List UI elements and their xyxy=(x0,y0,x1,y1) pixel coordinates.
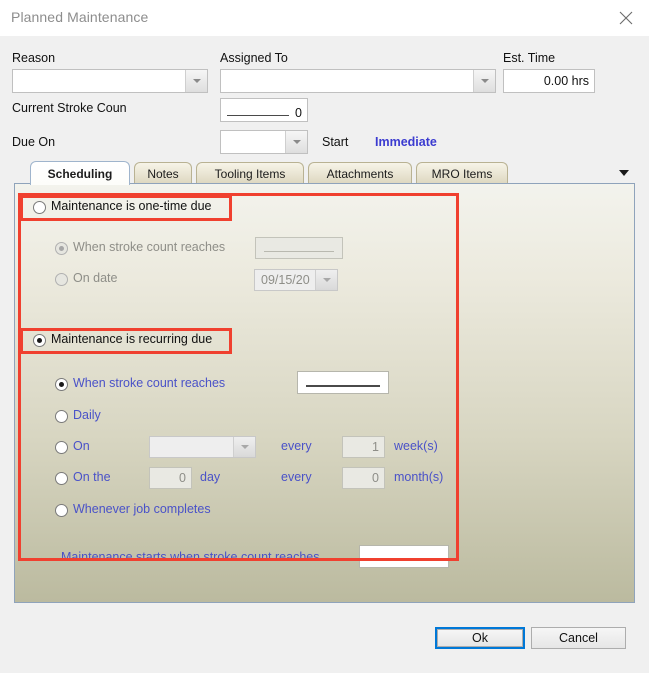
recurring-on-the-day-label: day xyxy=(200,470,221,484)
chevron-down-icon xyxy=(480,79,489,83)
recurring-job-completes-label: Whenever job completes xyxy=(73,502,211,516)
recurring-on-radio[interactable] xyxy=(55,441,68,454)
due-on-combo-arrow[interactable] xyxy=(285,131,307,153)
chevron-down-icon xyxy=(619,170,629,176)
close-icon xyxy=(618,10,634,26)
chevron-down-icon xyxy=(192,79,201,83)
recurring-radio[interactable] xyxy=(33,334,46,347)
recurring-stroke-count-radio[interactable] xyxy=(55,378,68,391)
header-form: Reason Assigned To Est. Time 0.00 hrs Cu… xyxy=(0,36,649,160)
tab-mro-items[interactable]: MRO Items xyxy=(416,162,508,184)
recurring-stroke-count-label: When stroke count reaches xyxy=(73,376,226,390)
recurring-daily-label: Daily xyxy=(73,408,101,422)
radio-dot xyxy=(59,382,64,387)
start-value-link[interactable]: Immediate xyxy=(375,135,437,149)
radio-dot xyxy=(37,338,42,343)
recurring-on-weekday-arrow xyxy=(233,437,255,457)
one-time-date-picker: 09/15/20 xyxy=(254,269,338,291)
recurring-on-the-interval-field: 0 xyxy=(342,467,385,489)
recurring-on-interval-field: 1 xyxy=(342,436,385,458)
field-underline xyxy=(306,385,380,387)
chevron-down-icon xyxy=(322,278,331,282)
recurring-on-the-every-label: every xyxy=(281,470,312,484)
recurring-on-every-label: every xyxy=(281,439,312,453)
recurring-on-the-label: On the xyxy=(73,470,111,484)
title-bar: Planned Maintenance xyxy=(0,0,649,37)
tab-attachments[interactable]: Attachments xyxy=(308,162,412,184)
start-label: Start xyxy=(322,135,349,149)
recurring-on-label: On xyxy=(73,439,90,453)
recurring-on-the-unit-label: month(s) xyxy=(394,470,444,484)
tab-strip: Scheduling Notes Tooling Items Attachmen… xyxy=(14,161,635,185)
tab-overflow-button[interactable] xyxy=(615,165,633,181)
chevron-down-icon xyxy=(292,140,301,144)
recurring-job-completes-radio[interactable] xyxy=(55,504,68,517)
cancel-button-label: Cancel xyxy=(559,631,598,645)
window-title: Planned Maintenance xyxy=(11,9,149,25)
due-on-label: Due On xyxy=(12,135,56,149)
ok-button[interactable]: Ok xyxy=(435,627,525,649)
recurring-daily-radio[interactable] xyxy=(55,410,68,423)
tab-label: Tooling Items xyxy=(214,166,286,181)
recurring-stroke-count-field[interactable] xyxy=(297,371,389,394)
est-time-field[interactable]: 0.00 hrs xyxy=(503,69,595,93)
recurring-on-interval-value: 1 xyxy=(372,440,379,454)
current-stroke-count-label: Current Stroke Coun xyxy=(12,101,127,115)
reason-label: Reason xyxy=(12,51,56,65)
est-time-label: Est. Time xyxy=(503,51,556,65)
recurring-on-the-day-value: 0 xyxy=(179,471,186,485)
tab-label: MRO Items xyxy=(431,166,493,181)
recurring-label: Maintenance is recurring due xyxy=(51,332,213,346)
current-stroke-count-value: 0 xyxy=(295,106,302,120)
reason-value[interactable] xyxy=(13,70,185,92)
recurring-on-weekday-value xyxy=(150,437,233,457)
one-time-date-arrow xyxy=(315,270,337,290)
ok-button-label: Ok xyxy=(472,631,488,645)
scheduling-panel: Maintenance is one-time due When stroke … xyxy=(14,183,635,603)
recurring-start-note-label: Maintenance starts when stroke count rea… xyxy=(61,550,320,564)
assigned-to-combo[interactable] xyxy=(220,69,496,93)
tab-tooling-items[interactable]: Tooling Items xyxy=(196,162,304,184)
cancel-button[interactable]: Cancel xyxy=(531,627,626,649)
assigned-to-combo-arrow[interactable] xyxy=(473,70,495,92)
due-on-combo[interactable] xyxy=(220,130,308,154)
one-time-on-date-label: On date xyxy=(73,271,118,285)
reason-combo[interactable] xyxy=(12,69,208,93)
recurring-on-the-interval-value: 0 xyxy=(372,471,379,485)
chevron-down-icon xyxy=(240,445,249,449)
reason-combo-arrow[interactable] xyxy=(185,70,207,92)
recurring-start-note-field[interactable] xyxy=(359,545,449,568)
tab-scheduling[interactable]: Scheduling xyxy=(30,161,130,185)
tab-notes[interactable]: Notes xyxy=(134,162,192,184)
one-time-radio[interactable] xyxy=(33,201,46,214)
due-on-value[interactable] xyxy=(221,131,285,153)
one-time-stroke-count-radio[interactable] xyxy=(55,242,68,255)
one-time-on-date-radio[interactable] xyxy=(55,273,68,286)
field-underline xyxy=(227,115,289,116)
tab-label: Notes xyxy=(147,166,179,181)
recurring-on-unit-label: week(s) xyxy=(394,439,438,453)
assigned-to-value[interactable] xyxy=(221,70,473,92)
tab-label: Attachments xyxy=(326,166,394,181)
current-stroke-count-field[interactable]: 0 xyxy=(220,98,308,122)
one-time-stroke-count-field xyxy=(255,237,343,259)
field-underline xyxy=(264,251,334,252)
one-time-date-value: 09/15/20 xyxy=(261,273,310,287)
recurring-on-the-radio[interactable] xyxy=(55,472,68,485)
tab-label: Scheduling xyxy=(47,166,113,181)
close-button[interactable] xyxy=(603,0,649,35)
scheduling-tab-control: Scheduling Notes Tooling Items Attachmen… xyxy=(14,161,635,603)
recurring-on-weekday-combo xyxy=(149,436,256,458)
radio-dot xyxy=(59,246,64,251)
one-time-stroke-count-label: When stroke count reaches xyxy=(73,240,226,254)
recurring-on-the-day-field: 0 xyxy=(149,467,192,489)
assigned-to-label: Assigned To xyxy=(220,51,288,65)
one-time-label: Maintenance is one-time due xyxy=(51,199,212,213)
